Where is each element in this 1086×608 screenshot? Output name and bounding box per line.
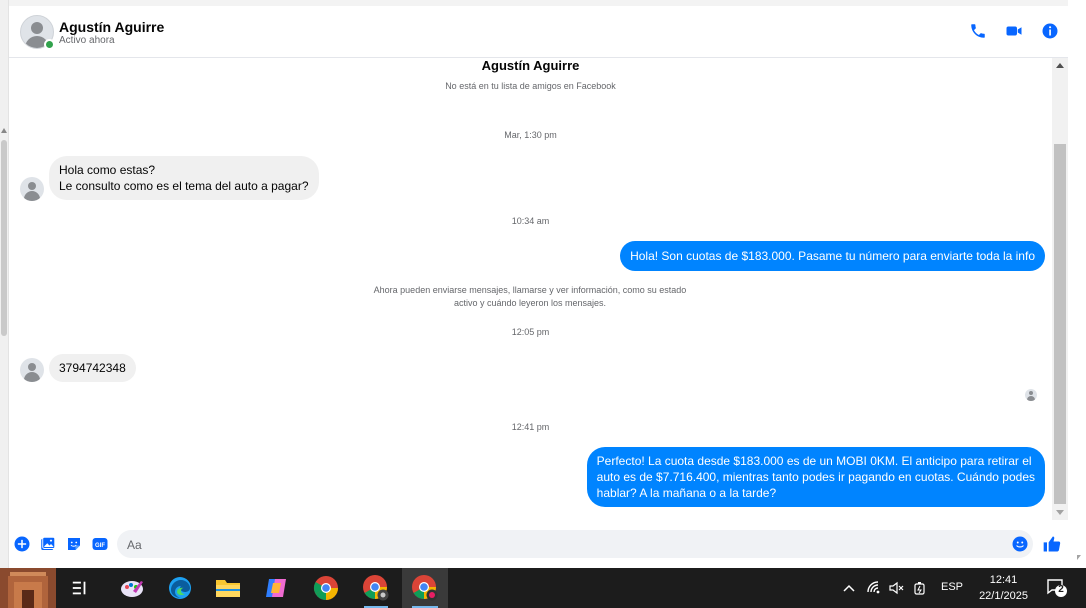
notification-center-icon[interactable]: 2 (1046, 578, 1068, 598)
plus-icon[interactable] (13, 535, 31, 553)
wallpaper-thumbnail[interactable] (0, 568, 56, 608)
chrome-profile-active-icon[interactable] (402, 568, 448, 608)
sender-avatar[interactable] (20, 358, 44, 382)
video-call-icon[interactable] (1005, 22, 1023, 40)
message-input-placeholder: Aa (127, 538, 142, 552)
contact-status: Activo ahora (59, 35, 115, 46)
page-scrollbar[interactable] (1068, 0, 1086, 568)
message-composer: GIF Aa (9, 520, 1077, 568)
chrome-profile-icon[interactable] (354, 568, 398, 608)
incoming-message[interactable]: 3794742348 (49, 354, 136, 382)
sticker-icon[interactable] (65, 535, 83, 553)
windows-taskbar: ESP 12:41 22/1/2025 2 (0, 568, 1086, 608)
phone-call-icon[interactable] (969, 22, 987, 40)
timestamp: 12:41 pm (511, 422, 550, 432)
chat-header: Agustín Aguirre Activo ahora (9, 0, 1077, 58)
chevron-up-icon[interactable] (842, 581, 856, 595)
info-icon[interactable] (1041, 22, 1059, 40)
gif-icon[interactable]: GIF (91, 535, 109, 553)
timestamp: 12:05 pm (511, 327, 550, 337)
copilot-icon[interactable] (256, 568, 296, 608)
left-scroll-up-arrow[interactable] (1, 128, 7, 133)
timestamp: 10:34 am (511, 216, 550, 226)
message-text: Perfecto! La cuota desde $183.000 es de … (596, 454, 1032, 468)
message-text: 3794742348 (59, 361, 126, 375)
edge-browser-icon[interactable] (160, 568, 200, 608)
message-text: hablar? A la mañana o a la tarde? (596, 486, 777, 500)
notification-count: 2 (1058, 584, 1064, 595)
message-text: auto es de $7.716.400, mientras tanto po… (596, 470, 1035, 484)
language-indicator[interactable]: ESP (941, 581, 963, 593)
battery-plug-icon[interactable] (912, 580, 928, 596)
message-text: Le consulto como es el tema del auto a p… (59, 179, 309, 193)
paint-app-icon[interactable] (112, 568, 152, 608)
chrome-icon[interactable] (306, 568, 346, 608)
sender-avatar[interactable] (20, 177, 44, 201)
scroll-up-arrow[interactable] (1056, 63, 1064, 68)
message-text: Hola como estas? (59, 163, 156, 177)
header-actions (969, 22, 1059, 40)
timestamp: Mar, 1:30 pm (504, 130, 557, 140)
thumbs-up-icon[interactable] (1042, 534, 1062, 554)
message-text: Hola! Son cuotas de $183.000. Pasame tu … (630, 249, 1035, 263)
left-scroll-thumb[interactable] (1, 140, 7, 336)
left-scrollbar[interactable] (0, 0, 9, 568)
conversation-contact-name: Agustín Aguirre (481, 58, 580, 73)
notice-line: activo y cuándo leyeron los mensajes. (453, 298, 607, 308)
clock-date: 22/1/2025 (979, 590, 1028, 602)
speaker-muted-icon[interactable] (888, 580, 904, 596)
not-friends-notice: No está en tu lista de amigos en Faceboo… (445, 81, 616, 91)
svg-text:GIF: GIF (95, 543, 105, 549)
scroll-thumb[interactable] (1054, 144, 1066, 504)
system-clock[interactable]: 12:41 22/1/2025 (979, 572, 1028, 604)
clock-time: 12:41 (989, 574, 1018, 586)
outgoing-message[interactable]: Hola! Son cuotas de $183.000. Pasame tu … (620, 241, 1045, 271)
seen-indicator-avatar (1025, 389, 1037, 401)
message-input[interactable]: Aa (117, 530, 1033, 558)
privacy-notice: Ahora pueden enviarse mensajes, llamarse… (349, 284, 711, 310)
contact-avatar[interactable] (20, 15, 55, 50)
scroll-down-arrow[interactable] (1056, 510, 1064, 515)
wifi-icon[interactable] (866, 580, 882, 596)
contact-name[interactable]: Agustín Aguirre (59, 19, 164, 35)
emoji-icon[interactable] (1011, 535, 1029, 553)
notice-line: Ahora pueden enviarse mensajes, llamarse… (373, 285, 687, 295)
message-list[interactable]: Agustín Aguirre No está en tu lista de a… (9, 58, 1052, 520)
outgoing-message[interactable]: Perfecto! La cuota desde $183.000 es de … (586, 447, 1045, 507)
file-explorer-icon[interactable] (208, 568, 248, 608)
incoming-message[interactable]: Hola como estas? Le consulto como es el … (49, 156, 319, 200)
message-scrollbar[interactable] (1052, 58, 1068, 520)
messenger-window: Agustín Aguirre Activo ahora Agustín Agu… (0, 0, 1086, 608)
online-status-dot (44, 39, 55, 50)
photo-icon[interactable] (39, 535, 57, 553)
task-view-icon[interactable] (62, 568, 98, 608)
